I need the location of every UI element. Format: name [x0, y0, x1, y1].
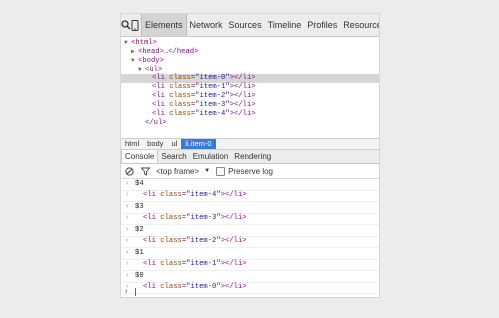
output-arrow-icon: ‹ [125, 237, 130, 245]
filter-icon[interactable] [141, 167, 150, 176]
expand-triangle-icon[interactable]: ▼ [124, 38, 131, 47]
console-prompt-input[interactable]: › [121, 286, 379, 297]
clear-console-icon[interactable] [125, 166, 134, 176]
expand-triangle-icon[interactable]: ▼ [131, 56, 138, 65]
tree-node-ul[interactable]: ▼ <ul> [138, 65, 379, 74]
collapse-triangle-icon[interactable]: ▶ [131, 47, 138, 56]
console-toolbar: <top frame> ▼ Preserve log [121, 164, 379, 179]
frame-select[interactable]: <top frame> ▼ [156, 167, 210, 176]
tab-sources[interactable]: Sources [226, 14, 265, 36]
device-icon[interactable] [131, 14, 139, 36]
tab-emulation[interactable]: Emulation [190, 150, 232, 163]
console-output: › $4 ‹ <li class="item-4"></li> › $3 ‹ <… [121, 179, 379, 297]
breadcrumb: html body ul li.item-0 [121, 138, 379, 150]
tree-node-ul-close[interactable]: </ul> [145, 119, 379, 128]
console-output-line[interactable]: ‹ <li class="item-2"></li> [121, 236, 379, 248]
tab-search[interactable]: Search [158, 150, 189, 163]
chevron-down-icon: ▼ [204, 168, 211, 174]
input-arrow-icon: › [125, 272, 130, 280]
tab-resources[interactable]: Resources [340, 14, 379, 36]
crumb-ul[interactable]: ul [167, 139, 181, 149]
console-output-line[interactable]: ‹ <li class="item-1"></li> [121, 259, 379, 271]
tree-node-html[interactable]: ▼ <html> [124, 38, 379, 47]
preserve-log-label: Preserve log [228, 166, 274, 176]
tab-network[interactable]: Network [187, 14, 226, 36]
drawer-tabs: Console Search Emulation Rendering [121, 150, 379, 164]
tab-timeline[interactable]: Timeline [265, 14, 305, 36]
output-arrow-icon: ‹ [125, 191, 130, 199]
crumb-body[interactable]: body [143, 139, 167, 149]
frame-select-label: <top frame> [156, 166, 200, 176]
expand-triangle-icon[interactable]: ▼ [138, 65, 145, 74]
output-arrow-icon: ‹ [125, 260, 130, 268]
tree-node-li-item-1[interactable]: <li class="item-1"></li> [152, 83, 379, 92]
tab-rendering[interactable]: Rendering [231, 150, 274, 163]
search-icon[interactable] [121, 14, 131, 36]
console-output-line[interactable]: ‹ <li class="item-3"></li> [121, 213, 379, 225]
tree-node-li-item-4[interactable]: <li class="item-4"></li> [152, 110, 379, 119]
input-arrow-icon: › [125, 226, 130, 234]
prompt-arrow-icon: › [125, 288, 128, 295]
tree-node-li-item-0[interactable]: <li class="item-0"></li> [121, 74, 379, 83]
console-output-line[interactable]: ‹ <li class="item-4"></li> [121, 190, 379, 202]
input-arrow-icon: › [125, 249, 130, 257]
elements-tree: ▼ <html> ▶ <head>…</head> ▼ <body> ▼ <ul> <l… [121, 37, 379, 138]
input-arrow-icon: › [125, 180, 130, 188]
preserve-log-checkbox[interactable] [216, 166, 226, 176]
devtools-window: Elements Network Sources Timeline Profil… [121, 14, 379, 297]
input-arrow-icon: › [125, 203, 130, 211]
tab-profiles[interactable]: Profiles [304, 14, 340, 36]
tab-elements[interactable]: Elements [141, 14, 187, 36]
tree-node-body[interactable]: ▼ <body> [131, 56, 379, 65]
tab-console[interactable]: Console [121, 150, 159, 163]
text-cursor [135, 287, 136, 296]
crumb-li-item-0[interactable]: li.item-0 [181, 139, 216, 149]
devtools-toolbar: Elements Network Sources Timeline Profil… [121, 14, 379, 37]
tree-node-li-item-3[interactable]: <li class="item-3"></li> [152, 101, 379, 110]
crumb-html[interactable]: html [121, 139, 143, 149]
output-arrow-icon: ‹ [125, 214, 130, 222]
tree-node-li-item-2[interactable]: <li class="item-2"></li> [152, 92, 379, 101]
tree-node-head[interactable]: ▶ <head>…</head> [131, 47, 379, 56]
